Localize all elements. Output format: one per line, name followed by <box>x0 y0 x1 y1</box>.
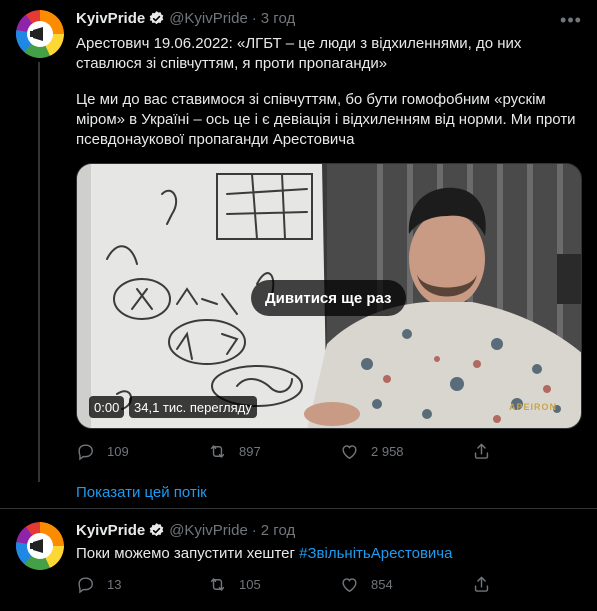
avatar[interactable] <box>16 10 64 58</box>
verified-icon <box>148 10 165 27</box>
tweet-time[interactable]: 2 год <box>261 522 295 539</box>
retweet-count: 105 <box>239 577 261 592</box>
video-views: 34,1 тис. перегляду <box>129 396 257 418</box>
share-button[interactable] <box>472 575 512 594</box>
tweet-header: KyivPride @KyivPride · 2 год <box>76 522 295 539</box>
more-icon[interactable]: ••• <box>559 8 583 32</box>
video-timestamp: 0:00 <box>89 396 125 418</box>
retweet-icon <box>210 445 225 458</box>
separator-dot: · <box>251 522 257 539</box>
author-name[interactable]: KyivPride <box>76 522 145 539</box>
like-count: 854 <box>371 577 393 592</box>
separator-dot: · <box>251 10 257 27</box>
avatar-logo <box>16 10 64 58</box>
avatar[interactable] <box>16 522 64 570</box>
share-icon <box>474 576 489 592</box>
retweet-count: 897 <box>239 444 261 459</box>
tweet-header: KyivPride @KyivPride · 3 год <box>76 10 295 27</box>
tweet-text-paragraph-1: Арестович 19.06.2022: «ЛГБТ – це люди з … <box>76 35 522 72</box>
avatar-logo <box>16 522 64 570</box>
like-icon <box>342 445 357 460</box>
share-button[interactable] <box>472 442 512 461</box>
video-player[interactable]: Дивитися ще раз 0:00 34,1 тис. перегляду… <box>76 163 582 429</box>
author-handle[interactable]: @KyivPride <box>169 522 248 539</box>
tweet-text-body: Поки можемо запустити хештег <box>76 545 300 562</box>
tweet-actions: 13 105 854 <box>76 575 512 594</box>
video-watermark: APEIRON <box>509 402 558 412</box>
retweet-icon <box>210 578 225 591</box>
show-thread-link[interactable]: Показати цей потік <box>76 484 207 501</box>
share-icon <box>474 443 489 459</box>
like-button[interactable]: 2 958 <box>340 442 472 461</box>
reply-count: 13 <box>107 577 122 592</box>
tweet-text: Поки можемо запустити хештег #ЗвільнітьА… <box>76 544 581 564</box>
reply-button[interactable]: 13 <box>76 575 208 594</box>
reply-count: 109 <box>107 444 129 459</box>
tweet-divider <box>0 508 597 509</box>
like-count: 2 958 <box>371 444 404 459</box>
hashtag-link[interactable]: #ЗвільнітьАрестовича <box>299 545 452 562</box>
author-name[interactable]: KyivPride <box>76 10 145 27</box>
reply-icon <box>78 577 93 594</box>
like-button[interactable]: 854 <box>340 575 472 594</box>
tweet-time[interactable]: 3 год <box>261 10 295 27</box>
tweet-actions: 109 897 2 958 <box>76 442 512 461</box>
like-icon <box>342 578 357 593</box>
tweet[interactable]: KyivPride @KyivPride · 2 год Поки можемо… <box>0 510 597 611</box>
retweet-button[interactable]: 105 <box>208 575 340 594</box>
author-handle[interactable]: @KyivPride <box>169 10 248 27</box>
tweet-text-paragraph-2: Це ми до вас ставимося зі співчуттям, бо… <box>76 91 576 148</box>
verified-icon <box>148 522 165 539</box>
replay-button[interactable]: Дивитися ще раз <box>251 280 406 316</box>
reply-button[interactable]: 109 <box>76 442 208 461</box>
thread-line <box>38 62 40 482</box>
reply-icon <box>78 444 93 461</box>
tweet[interactable]: KyivPride @KyivPride · 3 год ••• Арестов… <box>0 0 597 482</box>
retweet-button[interactable]: 897 <box>208 442 340 461</box>
